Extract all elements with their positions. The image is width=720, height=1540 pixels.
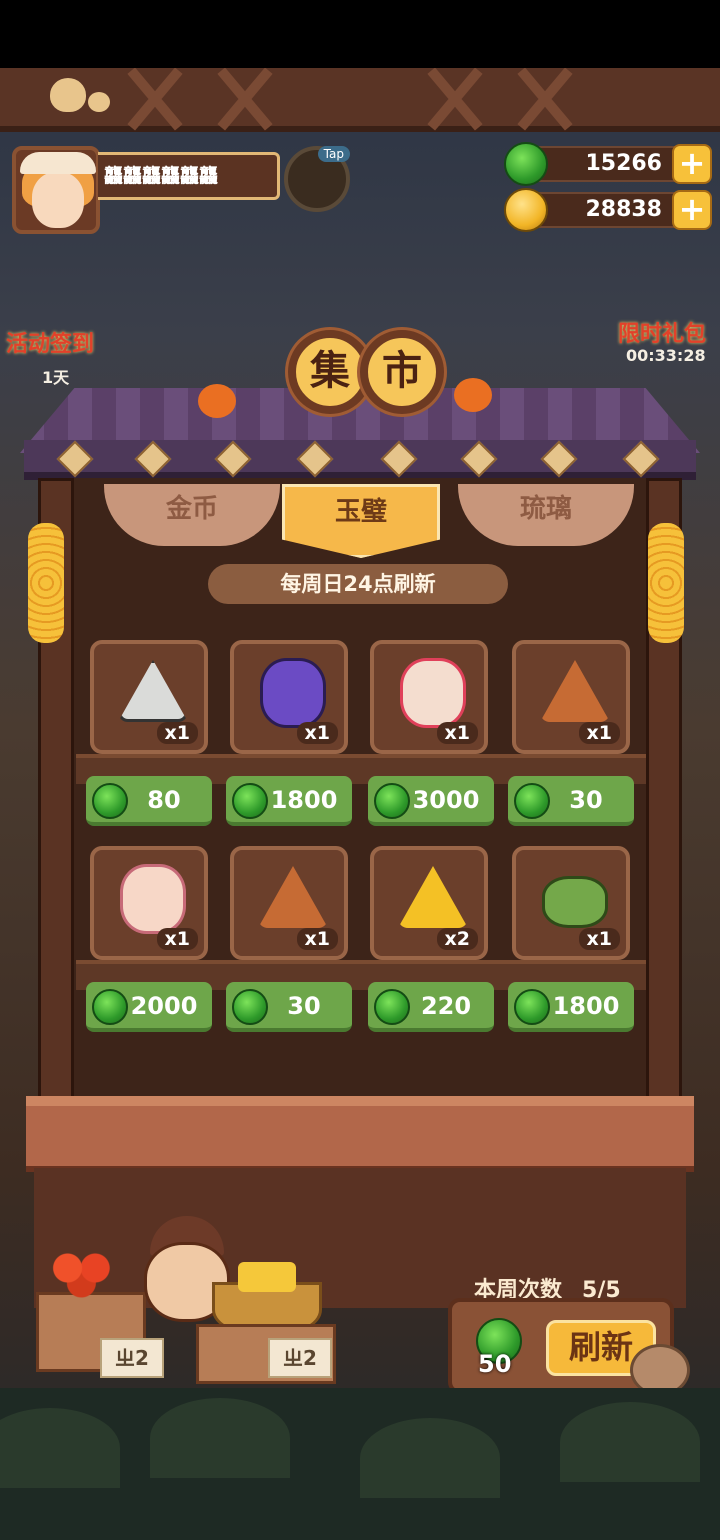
butter-icon: [238, 1262, 296, 1292]
top-beam: [0, 68, 720, 132]
item-quantity: x1: [578, 722, 620, 744]
bronze-triangle-token-icon: [258, 866, 328, 928]
item-slot[interactable]: x1: [90, 640, 208, 754]
price-button[interactable]: 220: [368, 982, 494, 1032]
palm-tree-icon: [360, 1418, 500, 1498]
item-quantity: x1: [436, 722, 478, 744]
price-value: 1800: [552, 992, 620, 1020]
stall-price-card: ㄓ2: [268, 1338, 332, 1378]
palm-tree-icon: [0, 1408, 120, 1488]
price-button[interactable]: 2000: [86, 982, 212, 1032]
player-name: 龘龘龘龘龘龘: [98, 152, 280, 200]
corn-decoration-icon: [28, 523, 64, 643]
item-slot[interactable]: x1: [370, 640, 488, 754]
price-value: 2000: [130, 992, 198, 1020]
avatar-hat: [20, 152, 96, 174]
price-value: 1800: [270, 786, 338, 814]
gold-triangle-token-icon: [398, 866, 468, 928]
item-quantity: x1: [156, 722, 198, 744]
price-value: 30: [569, 786, 603, 814]
coin-amount: 28838: [585, 197, 662, 222]
price-value: 80: [147, 786, 181, 814]
roof-edge: [24, 440, 696, 480]
status-bar: [0, 0, 720, 68]
beam-truss: [510, 68, 580, 128]
jade-icon: [504, 142, 548, 186]
game-scene: 龘龘龘龘龘龘 Tap 15266 + 28838 + 活动签到 1天 限时礼包 …: [0, 68, 720, 1540]
jade-icon: [92, 783, 128, 819]
white-hair-character-icon: [400, 658, 466, 728]
coin-currency-bar: 28838 +: [504, 188, 712, 232]
price-button[interactable]: 30: [226, 982, 352, 1032]
jade-icon: [374, 989, 410, 1025]
beam-truss: [210, 68, 280, 128]
limited-gift-label[interactable]: 限时礼包: [618, 316, 706, 348]
player-avatar[interactable]: [12, 146, 100, 234]
jade-icon: [92, 989, 128, 1025]
pink-hair-character-icon: [120, 864, 186, 934]
jade-currency-bar: 15266 +: [504, 142, 712, 186]
tap-label: Tap: [317, 146, 350, 162]
silver-triangle-token-icon: [118, 660, 188, 722]
activity-signin-label[interactable]: 活动签到: [6, 326, 94, 358]
beam-truss: [420, 68, 490, 128]
refresh-cost: 50: [478, 1350, 512, 1378]
price-button[interactable]: 1800: [508, 982, 634, 1032]
price-button[interactable]: 30: [508, 776, 634, 826]
item-quantity: x1: [296, 722, 338, 744]
chick-icon: [50, 78, 86, 112]
stall-counter: [26, 1096, 694, 1172]
palm-tree-icon: [560, 1402, 700, 1482]
jade-icon: [374, 783, 410, 819]
item-slot[interactable]: x1: [512, 846, 630, 960]
limited-gift-timer: 00:33:28: [626, 346, 706, 365]
activity-days: 1天: [42, 368, 70, 387]
palm-background: [0, 1388, 720, 1540]
item-slot[interactable]: x1: [512, 640, 630, 754]
price-button[interactable]: 3000: [368, 776, 494, 826]
jade-icon: [514, 783, 550, 819]
add-jade-button[interactable]: +: [672, 144, 712, 184]
item-slot[interactable]: x1: [90, 846, 208, 960]
persimmon-icon: [198, 384, 236, 418]
bronze-triangle-token-icon: [540, 660, 610, 722]
coin-icon: [504, 188, 548, 232]
jade-icon: [232, 989, 268, 1025]
price-value: 220: [420, 992, 472, 1020]
green-jade-pendant-icon: [542, 876, 608, 928]
market-sign-right: 市: [360, 330, 444, 414]
item-slot[interactable]: x2: [370, 846, 488, 960]
corn-decoration-icon: [648, 523, 684, 643]
item-quantity: x1: [578, 928, 620, 950]
palm-tree-icon: [150, 1398, 290, 1478]
refresh-schedule-note: 每周日24点刷新: [208, 564, 508, 604]
tomato-pile-icon: [40, 1248, 132, 1298]
chick-icon: [88, 92, 110, 112]
add-coin-button[interactable]: +: [672, 190, 712, 230]
stall-price-card: ㄓ2: [100, 1338, 164, 1378]
avatar-face: [32, 172, 84, 228]
persimmon-icon: [454, 378, 492, 412]
jade-icon: [232, 783, 268, 819]
price-button[interactable]: 80: [86, 776, 212, 826]
item-slot[interactable]: x1: [230, 846, 348, 960]
item-quantity: x1: [156, 928, 198, 950]
jade-amount: 15266: [585, 151, 662, 176]
item-quantity: x2: [436, 928, 478, 950]
price-value: 30: [287, 992, 321, 1020]
jade-icon: [514, 989, 550, 1025]
price-button[interactable]: 1800: [226, 776, 352, 826]
purple-cat-statue-icon: [260, 658, 326, 728]
item-quantity: x1: [296, 928, 338, 950]
item-slot[interactable]: x1: [230, 640, 348, 754]
beam-truss: [120, 68, 190, 128]
tap-button[interactable]: Tap: [284, 146, 350, 212]
price-value: 3000: [412, 786, 480, 814]
